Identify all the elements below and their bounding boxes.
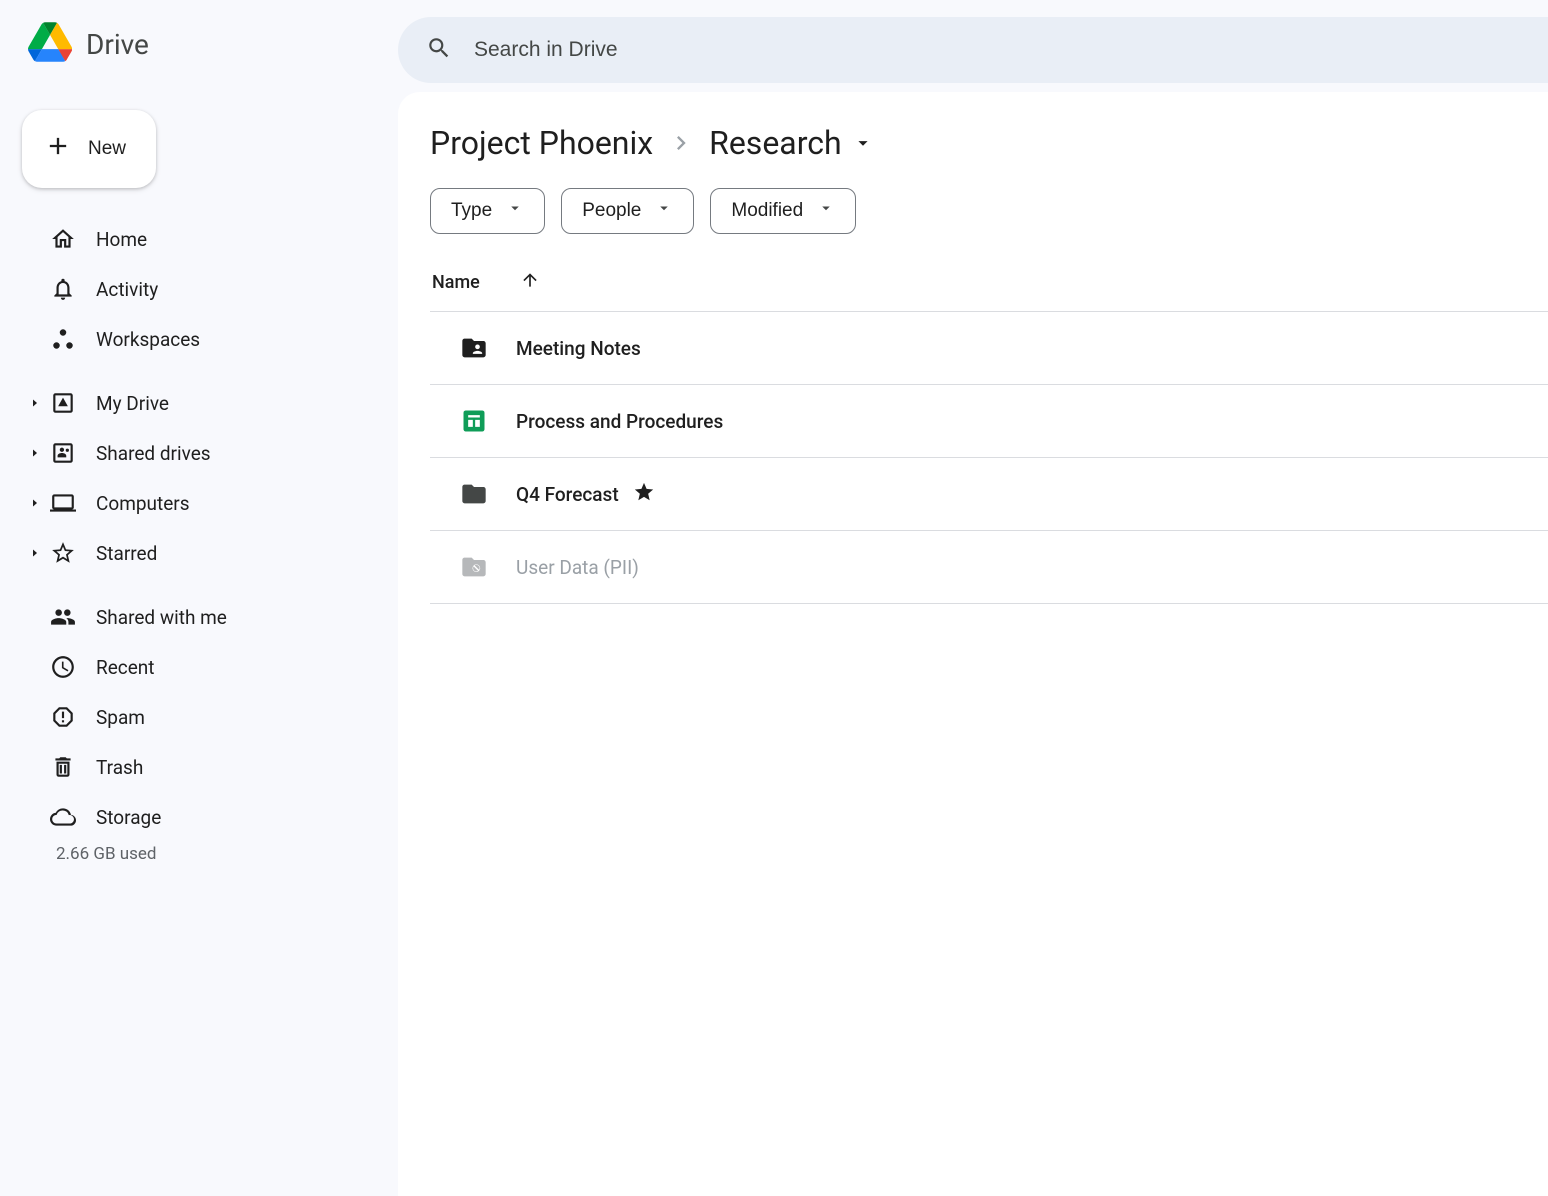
column-header-name[interactable]: Name [432,272,480,293]
sidebar-item-label: Recent [96,656,155,679]
sort-arrow-up-icon[interactable] [520,270,540,295]
sidebar-item-label: Workspaces [96,328,200,351]
expand-icon[interactable] [28,397,42,409]
my-drive-icon [50,390,76,416]
sidebar-item-label: Activity [96,278,158,301]
new-button-label: New [88,138,126,160]
file-name-label: Q4 Forecast [516,483,619,506]
sidebar-item-recent[interactable]: Recent [18,642,382,692]
file-list: Meeting Notes Process and Procedures Q4 Fo… [430,312,1548,604]
bell-icon [50,276,76,302]
sidebar-item-spam[interactable]: Spam [18,692,382,742]
clock-icon [50,654,76,680]
chip-label: Modified [731,200,803,222]
sidebar-item-label: Trash [96,756,143,779]
sidebar-item-home[interactable]: Home [18,214,382,264]
chevron-right-icon [667,129,695,157]
breadcrumb-parent-label: Project Phoenix [430,124,653,162]
filter-chip-type[interactable]: Type [430,188,545,234]
spam-icon [50,704,76,730]
breadcrumb-current[interactable]: Research [709,124,874,162]
file-name: Process and Procedures [516,410,723,433]
search-input[interactable] [474,38,1548,62]
restricted-folder-icon [460,553,488,581]
main-panel: Project Phoenix Research Type People Mod… [398,92,1548,1196]
sidebar-item-label: My Drive [96,392,169,415]
chip-label: Type [451,200,492,222]
breadcrumb-current-label: Research [709,124,842,162]
filter-chips: Type People Modified [430,188,1548,234]
sidebar-item-label: Shared with me [96,606,227,629]
home-icon [50,226,76,252]
star-filled-icon [633,481,655,508]
sidebar-item-my-drive[interactable]: My Drive [18,378,382,428]
sidebar-item-computers[interactable]: Computers [18,478,382,528]
sidebar-item-shared-with-me[interactable]: Shared with me [18,592,382,642]
logo-area[interactable]: Drive [28,22,398,66]
computers-icon [50,490,76,516]
workspaces-icon [50,326,76,352]
caret-down-icon [506,199,524,223]
expand-icon[interactable] [28,497,42,509]
sidebar-item-starred[interactable]: Starred [18,528,382,578]
sidebar-item-label: Shared drives [96,442,211,465]
new-button[interactable]: New [22,110,156,188]
expand-icon[interactable] [28,547,42,559]
file-row[interactable]: Process and Procedures [430,385,1548,458]
file-name-label: User Data (PII) [516,556,639,579]
sidebar-item-storage[interactable]: Storage [18,792,382,842]
file-name: Meeting Notes [516,337,641,360]
sidebar-item-label: Spam [96,706,145,729]
file-name-label: Meeting Notes [516,337,641,360]
sheet-icon [460,407,488,435]
sidebar-item-label: Storage [96,806,161,829]
sidebar-item-trash[interactable]: Trash [18,742,382,792]
caret-down-icon [655,199,673,223]
sidebar-item-label: Home [96,228,147,251]
trash-icon [50,754,76,780]
breadcrumb-parent[interactable]: Project Phoenix [430,124,653,162]
shared-folder-icon [460,334,488,362]
chip-label: People [582,200,641,222]
top-header: Drive [0,0,1548,88]
sidebar-item-activity[interactable]: Activity [18,264,382,314]
shared-drives-icon [50,440,76,466]
drive-logo-icon [28,22,72,66]
sidebar-item-label: Starred [96,542,157,565]
search-icon [426,35,452,65]
sidebar-item-label: Computers [96,492,190,515]
file-row[interactable]: Q4 Forecast [430,458,1548,531]
column-header-row: Name [430,258,1548,312]
search-bar[interactable] [398,17,1548,83]
file-name-label: Process and Procedures [516,410,723,433]
star-icon [50,540,76,566]
file-name: Q4 Forecast [516,481,655,508]
breadcrumb: Project Phoenix Research [430,124,1548,162]
filter-chip-modified[interactable]: Modified [710,188,856,234]
plus-icon [44,132,72,166]
file-row[interactable]: User Data (PII) [430,531,1548,604]
sidebar-item-workspaces[interactable]: Workspaces [18,314,382,364]
file-name: User Data (PII) [516,556,639,579]
sidebar-item-shared-drives[interactable]: Shared drives [18,428,382,478]
sidebar: New Home Activity Workspaces My Drive [0,88,398,1196]
file-row[interactable]: Meeting Notes [430,312,1548,385]
folder-icon [460,480,488,508]
cloud-icon [50,804,76,830]
expand-icon[interactable] [28,447,42,459]
people-icon [50,604,76,630]
caret-down-icon [852,124,874,162]
app-name: Drive [86,28,149,61]
filter-chip-people[interactable]: People [561,188,694,234]
storage-used: 2.66 GB used [18,844,382,864]
caret-down-icon [817,199,835,223]
